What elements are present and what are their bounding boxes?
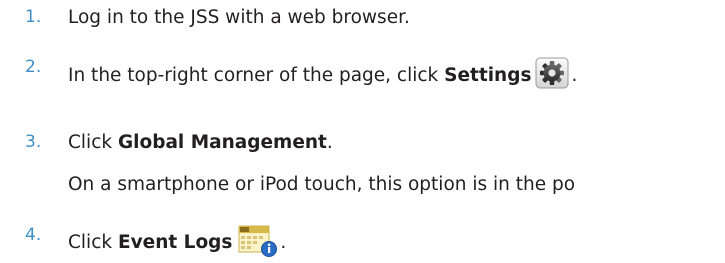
step-2-bold: Settings (444, 65, 532, 86)
step-3-text: Click Global Management. (68, 132, 333, 153)
step-1-number: 1. (25, 7, 42, 27)
step-2-text: In the top-right corner of the page, cli… (68, 57, 577, 89)
step-3-number: 3. (25, 132, 42, 152)
step-2-text-after: . (571, 65, 578, 86)
step-2-text-before: In the top-right corner of the page, cli… (68, 65, 445, 86)
step-3-note: On a smartphone or iPod touch, this opti… (68, 174, 576, 195)
step-1-text: Log in to the JSS with a web browser. (68, 7, 410, 28)
step-3-text-after: . (326, 132, 333, 153)
step-4-text: Click Event Logs . (68, 225, 286, 258)
step-3-text-before: Click (68, 132, 118, 153)
calendar-info-icon (238, 225, 278, 258)
step-3-bold: Global Management (117, 132, 327, 153)
gear-icon (535, 57, 569, 89)
step-4-number: 4. (25, 225, 42, 245)
instruction-steps: 1. Log in to the JSS with a web browser.… (0, 0, 725, 257)
step-4-text-after: . (280, 232, 287, 253)
step-4-bold: Event Logs (117, 232, 233, 253)
step-4-text-before: Click (68, 232, 118, 253)
step-2-number: 2. (25, 57, 42, 77)
